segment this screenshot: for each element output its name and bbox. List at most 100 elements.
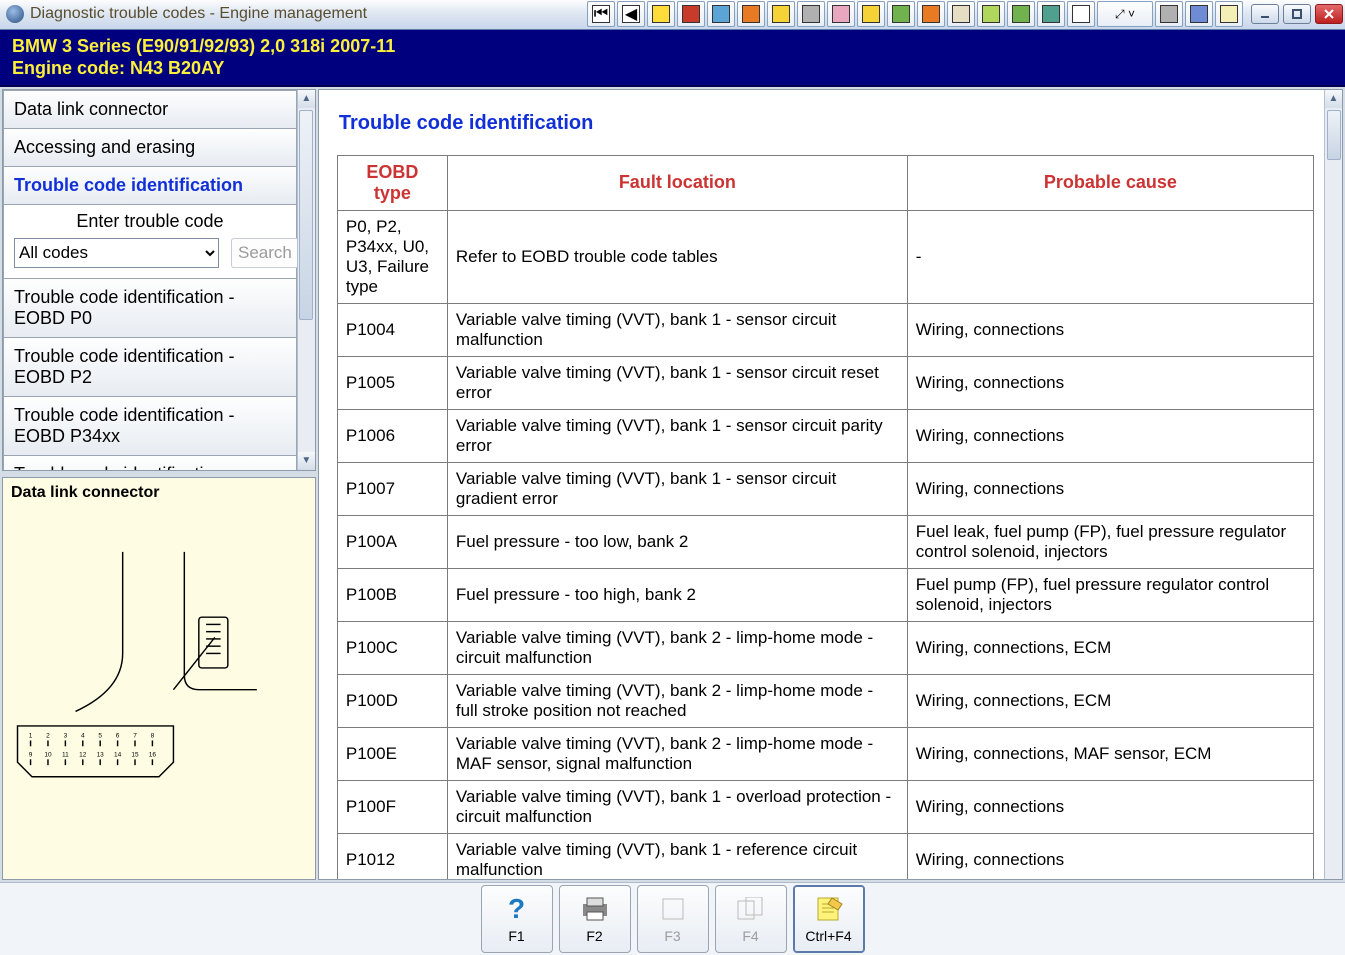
- table-row[interactable]: P1012Variable valve timing (VVT), bank 1…: [337, 833, 1313, 879]
- cell-code: P1005: [337, 356, 447, 409]
- cell-cause: -: [907, 210, 1313, 303]
- cell-cause: Wiring, connections: [907, 833, 1313, 879]
- tool-icon-1[interactable]: [677, 1, 705, 27]
- page-icon: [657, 894, 689, 924]
- nav-item-trouble-code[interactable]: Trouble code identification: [3, 167, 297, 205]
- table-row[interactable]: P100EVariable valve timing (VVT), bank 2…: [337, 727, 1313, 780]
- svg-text:5: 5: [98, 732, 102, 739]
- warning-icon[interactable]: [647, 1, 675, 27]
- table-row[interactable]: P1005Variable valve timing (VVT), bank 1…: [337, 356, 1313, 409]
- diagram-title: Data link connector: [11, 484, 159, 502]
- nav-sub-eobd-u0[interactable]: Trouble code identification - EOBD U0: [3, 456, 297, 470]
- cell-fault: Refer to EOBD trouble code tables: [447, 210, 907, 303]
- nav-sub-eobd-p0[interactable]: Trouble code identification - EOBD P0: [3, 279, 297, 338]
- svg-text:7: 7: [133, 732, 137, 739]
- tool-icon-10[interactable]: [947, 1, 975, 27]
- table-row[interactable]: P100DVariable valve timing (VVT), bank 2…: [337, 674, 1313, 727]
- cell-fault: Variable valve timing (VVT), bank 1 - se…: [447, 409, 907, 462]
- fkey-f3[interactable]: F3: [637, 885, 709, 953]
- svg-text:6: 6: [116, 732, 120, 739]
- code-select[interactable]: All codes: [14, 238, 219, 268]
- tool-icon-9[interactable]: [917, 1, 945, 27]
- app-icon: [6, 5, 24, 23]
- col-prob-cause: Probable cause: [907, 155, 1313, 210]
- tool-expand-icon[interactable]: ⤢ ˅: [1097, 1, 1153, 27]
- scroll-down-icon[interactable]: ▼: [298, 452, 315, 470]
- fkey-f1[interactable]: ? F1: [481, 885, 553, 953]
- nav-scrollbar[interactable]: ▲ ▼: [297, 90, 315, 470]
- cell-cause: Wiring, connections, ECM: [907, 621, 1313, 674]
- tool-icon-6[interactable]: [827, 1, 855, 27]
- svg-text:9: 9: [29, 751, 33, 758]
- scroll-thumb[interactable]: [299, 110, 313, 320]
- scroll-thumb[interactable]: [1327, 110, 1341, 160]
- cell-cause: Wiring, connections: [907, 462, 1313, 515]
- pages-icon: [735, 894, 767, 924]
- tool-icon-17[interactable]: [1215, 1, 1243, 27]
- tool-icon-8[interactable]: [887, 1, 915, 27]
- fkey-ctrl-f4[interactable]: Ctrl+F4: [793, 885, 865, 953]
- svg-text:3: 3: [64, 732, 68, 739]
- close-button[interactable]: [1315, 4, 1343, 24]
- cell-fault: Variable valve timing (VVT), bank 1 - se…: [447, 303, 907, 356]
- nav-pane: Data link connector Accessing and erasin…: [3, 90, 297, 470]
- cell-code: P1012: [337, 833, 447, 879]
- fkey-f2[interactable]: F2: [559, 885, 631, 953]
- scroll-up-icon[interactable]: ▲: [1325, 90, 1342, 108]
- table-row[interactable]: P1007Variable valve timing (VVT), bank 1…: [337, 462, 1313, 515]
- svg-text:12: 12: [79, 751, 87, 758]
- connector-diagram-icon: 123 456 78 91011 121314 1516: [3, 478, 315, 880]
- tool-icon-2[interactable]: [707, 1, 735, 27]
- content-pane: Trouble code identification EOBD type Fa…: [319, 90, 1342, 880]
- tool-icon-16[interactable]: [1185, 1, 1213, 27]
- note-icon: [813, 894, 845, 924]
- svg-text:16: 16: [149, 751, 157, 758]
- cell-code: P100A: [337, 515, 447, 568]
- tool-icon-4[interactable]: [767, 1, 795, 27]
- cell-fault: Fuel pressure - too low, bank 2: [447, 515, 907, 568]
- table-row[interactable]: P100FVariable valve timing (VVT), bank 1…: [337, 780, 1313, 833]
- cell-fault: Variable valve timing (VVT), bank 1 - se…: [447, 462, 907, 515]
- nav-sub-eobd-p2[interactable]: Trouble code identification - EOBD P2: [3, 338, 297, 397]
- nav-item-data-link[interactable]: Data link connector: [3, 90, 297, 129]
- tool-icon-7[interactable]: [857, 1, 885, 27]
- tool-icon-13[interactable]: [1037, 1, 1065, 27]
- tool-icon-12[interactable]: [1007, 1, 1035, 27]
- cell-cause: Fuel leak, fuel pump (FP), fuel pressure…: [907, 515, 1313, 568]
- nav-back-icon[interactable]: ◀: [617, 1, 645, 27]
- table-row[interactable]: P100CVariable valve timing (VVT), bank 2…: [337, 621, 1313, 674]
- table-row[interactable]: P1006Variable valve timing (VVT), bank 1…: [337, 409, 1313, 462]
- svg-text:2: 2: [46, 732, 50, 739]
- maximize-button[interactable]: [1283, 4, 1311, 24]
- cell-cause: Wiring, connections: [907, 303, 1313, 356]
- tool-icon-15[interactable]: [1155, 1, 1183, 27]
- table-row[interactable]: P100AFuel pressure - too low, bank 2Fuel…: [337, 515, 1313, 568]
- vehicle-line-1: BMW 3 Series (E90/91/92/93) 2,0 318i 200…: [12, 35, 1333, 57]
- search-button[interactable]: Search: [231, 238, 297, 268]
- titlebar: Diagnostic trouble codes - Engine manage…: [0, 0, 1345, 30]
- tool-icon-11[interactable]: [977, 1, 1005, 27]
- nav-first-icon[interactable]: ⏮: [587, 1, 615, 27]
- cell-cause: Wiring, connections: [907, 356, 1313, 409]
- cell-cause: Wiring, connections, ECM: [907, 674, 1313, 727]
- table-row[interactable]: P1004Variable valve timing (VVT), bank 1…: [337, 303, 1313, 356]
- nav-sub-eobd-p34xx[interactable]: Trouble code identification - EOBD P34xx: [3, 397, 297, 456]
- tool-icon-5[interactable]: [797, 1, 825, 27]
- vehicle-header: BMW 3 Series (E90/91/92/93) 2,0 318i 200…: [0, 30, 1345, 87]
- content-scrollbar[interactable]: ▲: [1324, 90, 1342, 880]
- tool-icon-3[interactable]: [737, 1, 765, 27]
- cell-code: P100E: [337, 727, 447, 780]
- fkey-f4[interactable]: F4: [715, 885, 787, 953]
- svg-text:10: 10: [44, 751, 52, 758]
- minimize-button[interactable]: [1251, 4, 1279, 24]
- footer: ? F1 F2 F3 F4 Ctrl+F4: [0, 882, 1345, 955]
- cell-code: P0, P2, P34xx, U0, U3, Failure type: [337, 210, 447, 303]
- cell-cause: Fuel pump (FP), fuel pressure regulator …: [907, 568, 1313, 621]
- tool-icon-14[interactable]: [1067, 1, 1095, 27]
- table-row[interactable]: P0, P2, P34xx, U0, U3, Failure typeRefer…: [337, 210, 1313, 303]
- scroll-up-icon[interactable]: ▲: [298, 90, 315, 108]
- toolbar: ⏮ ◀ ⤢ ˅: [587, 1, 1243, 27]
- nav-item-access-erase[interactable]: Accessing and erasing: [3, 129, 297, 167]
- cell-fault: Variable valve timing (VVT), bank 1 - ov…: [447, 780, 907, 833]
- table-row[interactable]: P100BFuel pressure - too high, bank 2Fue…: [337, 568, 1313, 621]
